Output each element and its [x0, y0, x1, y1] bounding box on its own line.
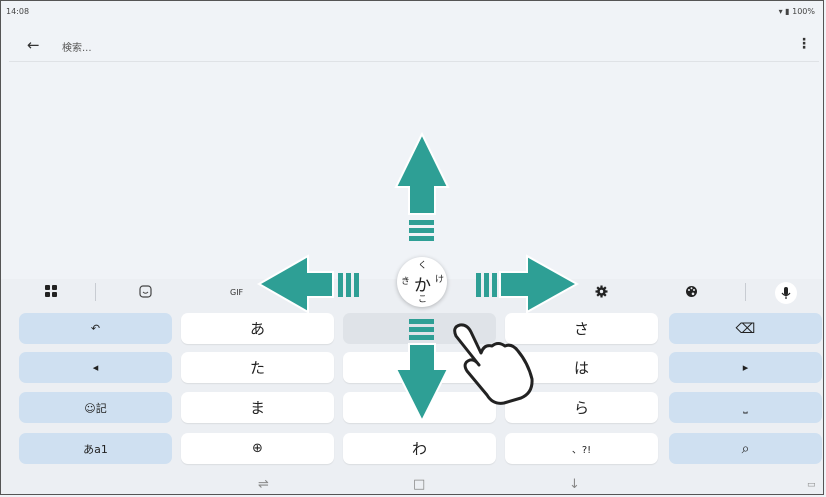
flick-popup: く き か け こ: [397, 257, 447, 307]
flick-down-char: こ: [418, 295, 428, 305]
pointing-hand-icon: [453, 323, 534, 405]
flick-left-char: き: [401, 277, 411, 287]
flick-gesture-overlay: [256, 131, 580, 424]
flick-right-char: け: [435, 275, 445, 285]
flick-up-char: く: [418, 261, 428, 271]
flick-down-arrow: [394, 319, 450, 424]
flick-up-arrow: [394, 131, 450, 241]
screen: 14:08 ▾ ▮ 100% ← 検索... ⋮ GIF ↶ あ さ ⌫ ◂ た…: [0, 0, 824, 495]
flick-right-arrow: [476, 254, 580, 314]
flick-left-arrow: [256, 254, 359, 314]
